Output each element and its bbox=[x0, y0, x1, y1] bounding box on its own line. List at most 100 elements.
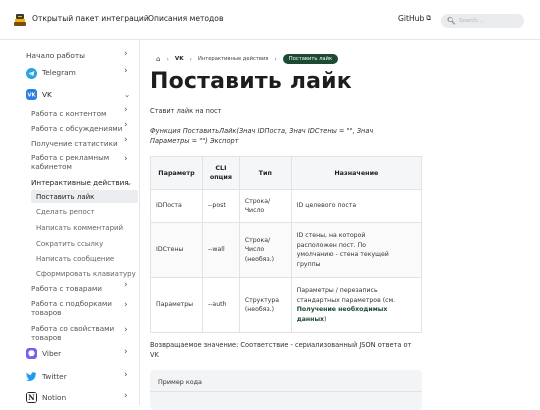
sidebar-item-notion[interactable]: Notion bbox=[42, 393, 66, 402]
sidebar-item-telegram[interactable]: Telegram bbox=[42, 68, 76, 77]
purpose-line: умолчанию - стена текущей bbox=[296, 251, 389, 258]
sidebar-item-ads-line2: кабинетом bbox=[31, 162, 72, 171]
table-header-row: Параметр CLI опция Тип Назначение bbox=[150, 156, 423, 190]
chevron-down-icon[interactable]: ⌄ bbox=[126, 178, 132, 187]
chevron-right-icon[interactable]: › bbox=[124, 391, 128, 401]
sidebar-item-shorten-link[interactable]: Сократить ссылку bbox=[36, 240, 103, 248]
cell-cli: --auth bbox=[201, 277, 240, 333]
breadcrumb-separator-icon: › bbox=[189, 55, 192, 63]
return-line-1: Возвращаемое значение: Соответствие - се… bbox=[150, 341, 412, 349]
svg-text:N: N bbox=[28, 393, 35, 402]
chevron-right-icon[interactable]: › bbox=[124, 120, 128, 130]
home-icon[interactable]: ⌂ bbox=[156, 55, 160, 63]
cell-param: IDПоста bbox=[150, 189, 203, 223]
sidebar-item-message[interactable]: Написать сообщение bbox=[36, 255, 114, 263]
column-header-type: Тип bbox=[238, 156, 292, 190]
nav-link-methods[interactable]: Описания методов bbox=[148, 14, 223, 23]
signature-line-2: Параметры = "") Экспорт bbox=[150, 137, 239, 145]
svg-text:VK: VK bbox=[27, 93, 36, 99]
type-line: Структура bbox=[244, 296, 280, 304]
parameters-table: Параметр CLI опция Тип Назначение IDПоста… bbox=[150, 156, 423, 333]
purpose-tail: ) bbox=[324, 315, 327, 323]
cell-type: Структура (необяз.) bbox=[238, 277, 292, 333]
sidebar-item-comment[interactable]: Написать комментарий bbox=[36, 224, 123, 232]
column-header-cli-line2: опция bbox=[209, 173, 232, 181]
sidebar-item-collections[interactable]: Работа с подборками товаров bbox=[31, 299, 112, 317]
sidebar-item-ads[interactable]: Работа с рекламным кабинетом bbox=[31, 153, 109, 171]
sidebar-item-properties[interactable]: Работа со свойствами товаров bbox=[31, 324, 114, 342]
link-required-data-line2[interactable]: данных bbox=[297, 316, 324, 323]
type-line: Строка/ bbox=[244, 197, 271, 205]
table-row: Параметры --auth Структура (необяз.) Пара… bbox=[150, 277, 423, 333]
chevron-right-icon[interactable]: › bbox=[124, 300, 128, 310]
code-example-block: Пример кода bbox=[150, 370, 422, 410]
chevron-right-icon[interactable]: › bbox=[124, 66, 128, 76]
sidebar-item-collections-line1: Работа с подборками bbox=[31, 299, 112, 308]
breadcrumb-vk[interactable]: VK bbox=[175, 56, 184, 62]
sidebar-item-collections-line2: товаров bbox=[31, 308, 62, 317]
sidebar-item-vk[interactable]: VK bbox=[42, 90, 52, 99]
page-description: Ставит лайк на пост bbox=[150, 107, 222, 115]
sidebar-item-viber[interactable]: Viber bbox=[42, 349, 61, 358]
cell-purpose: ID целевого поста bbox=[290, 189, 423, 223]
type-line: Число bbox=[244, 207, 265, 214]
breadcrumb-separator-icon: › bbox=[166, 55, 169, 63]
chevron-right-icon[interactable]: › bbox=[124, 49, 128, 59]
code-example-title: Пример кода bbox=[158, 378, 202, 386]
sidebar-item-twitter[interactable]: Twitter bbox=[42, 372, 67, 381]
sidebar-item-ads-line1: Работа с рекламным bbox=[31, 153, 110, 162]
type-line: Число bbox=[244, 246, 265, 254]
column-header-cli: CLI опция bbox=[201, 156, 240, 190]
sidebar-item-interactive[interactable]: Интерактивные действия bbox=[31, 178, 129, 187]
sidebar-item-like[interactable]: Поставить лайк bbox=[36, 193, 94, 201]
chevron-right-icon[interactable]: › bbox=[124, 370, 128, 380]
chevron-right-icon[interactable]: › bbox=[124, 105, 128, 115]
breadcrumb-current: Поставить лайк bbox=[282, 54, 339, 64]
sidebar-item-properties-line2: товаров bbox=[31, 333, 62, 342]
sidebar-item-keyboard[interactable]: Сформировать клавиатуру bbox=[36, 270, 136, 278]
signature-line-1: Функция ПоставитьЛайк(Знач IDПоста, Знач… bbox=[150, 127, 374, 135]
sidebar-item-properties-line1: Работа со свойствами bbox=[31, 324, 115, 333]
sidebar-item-goods[interactable]: Работа с товарами bbox=[31, 284, 102, 293]
purpose-line: группы bbox=[296, 260, 321, 268]
search-input[interactable] bbox=[458, 18, 519, 24]
purpose-line: ID стены, на которой bbox=[296, 232, 366, 239]
telegram-icon bbox=[26, 68, 37, 79]
return-line-2: VK bbox=[150, 351, 159, 359]
function-signature: Функция ПоставитьЛайк(Знач IDПоста, Знач… bbox=[150, 126, 415, 146]
sidebar-item-repost[interactable]: Сделать репост bbox=[36, 208, 95, 216]
notion-icon: N bbox=[26, 392, 37, 403]
sidebar-item-discussions[interactable]: Работа с обсуждениями bbox=[31, 124, 122, 133]
twitter-icon bbox=[26, 372, 37, 381]
chevron-right-icon[interactable]: › bbox=[124, 347, 128, 357]
cell-purpose: ID стены, на которой расположен пост. По у… bbox=[290, 222, 423, 278]
site-title[interactable]: Открытый пакет интеграций bbox=[32, 14, 149, 23]
chevron-right-icon[interactable]: › bbox=[124, 325, 128, 335]
purpose-line: стандартных параметров (см. bbox=[296, 296, 396, 304]
code-example-divider bbox=[150, 391, 422, 392]
search-icon: 🔍︎ bbox=[447, 17, 456, 25]
github-link[interactable]: GitHub ⧉ bbox=[398, 14, 431, 23]
purpose-line: Параметры / перезапись bbox=[296, 287, 378, 294]
chevron-right-icon[interactable]: › bbox=[124, 280, 128, 290]
breadcrumb: ⌂ › VK › Интерактивные действия › Постав… bbox=[156, 54, 339, 64]
sidebar-item-content[interactable]: Работа с контентом bbox=[31, 109, 106, 118]
link-required-data[interactable]: Получение необходимых bbox=[297, 306, 388, 313]
main-content: ⌂ › VK › Интерактивные действия › Постав… bbox=[150, 40, 540, 410]
chevron-down-icon[interactable]: ⌄ bbox=[124, 90, 130, 99]
search-box[interactable]: 🔍︎ bbox=[441, 14, 524, 28]
breadcrumb-separator-icon: › bbox=[274, 55, 277, 63]
column-header-purpose: Назначение bbox=[290, 156, 423, 190]
type-line: (необяз.) bbox=[244, 255, 275, 263]
chevron-right-icon[interactable]: › bbox=[124, 154, 128, 164]
brand-logo-icon[interactable] bbox=[13, 13, 27, 27]
cell-type: Строка/Число (необяз.) bbox=[238, 222, 292, 278]
github-label: GitHub bbox=[398, 14, 425, 23]
table-row: IDПоста --post Строка/Число ID целевого … bbox=[150, 189, 423, 223]
external-link-icon: ⧉ bbox=[426, 14, 431, 22]
viber-icon bbox=[26, 348, 37, 359]
sidebar-item-start[interactable]: Начало работы bbox=[26, 51, 85, 60]
breadcrumb-section[interactable]: Интерактивные действия bbox=[198, 56, 268, 62]
sidebar-item-stats[interactable]: Получение статистики bbox=[31, 139, 118, 148]
chevron-right-icon[interactable]: › bbox=[124, 135, 128, 145]
